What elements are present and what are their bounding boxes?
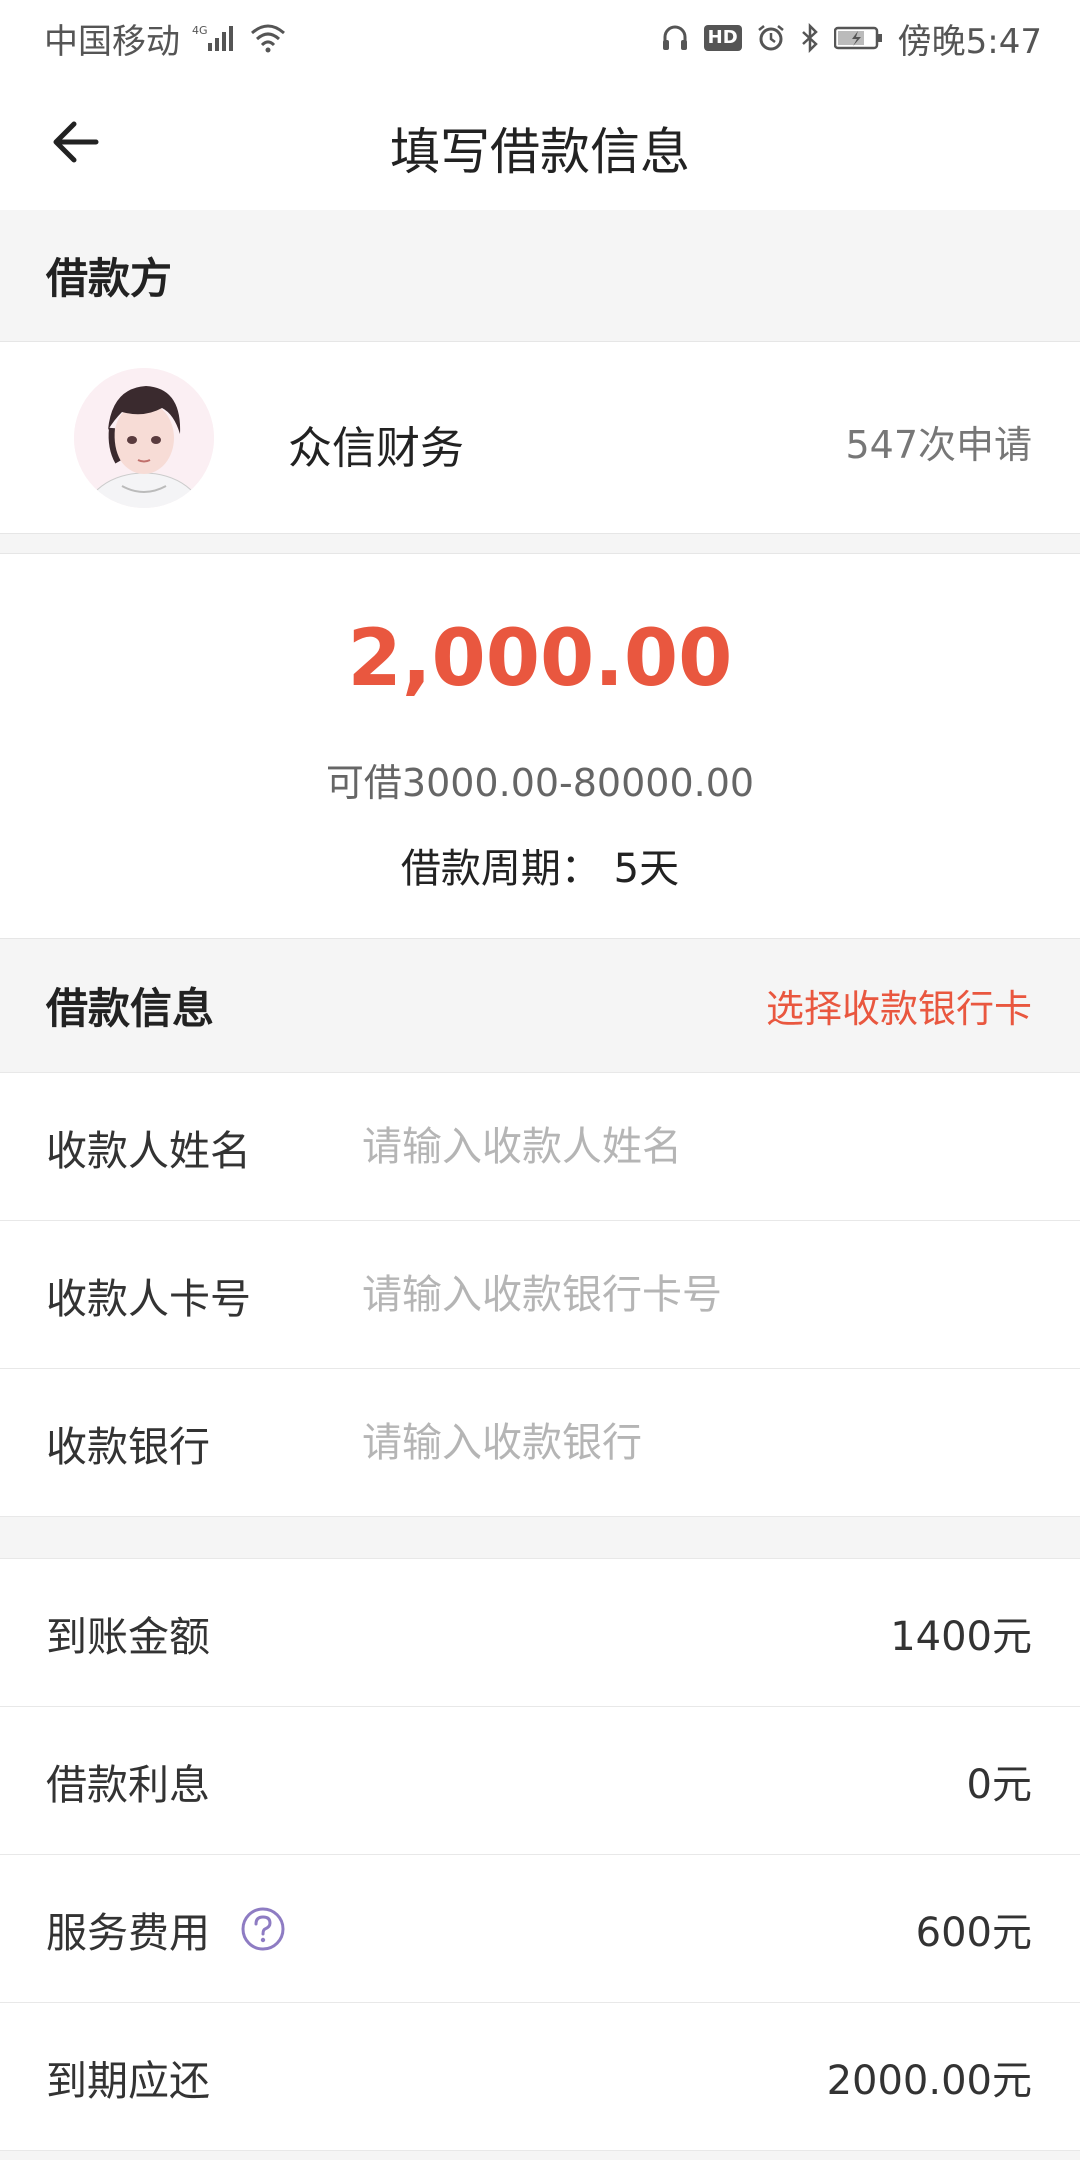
signal-icon: 4G [192, 23, 238, 53]
status-bar: 中国移动 4G HD 傍晚5:47 [0, 0, 1080, 76]
loan-period: 借款周期： 5天 [400, 846, 680, 892]
loan-amount: 2,000.00 [347, 614, 733, 704]
alarm-icon [756, 23, 786, 53]
network-type-label: 4G [192, 24, 208, 37]
loan-summary: 到账金额 1400元 借款利息 0元 服务费用 600元 到期应还 2000.0… [0, 1558, 1080, 2151]
payee-bank-label: 收款银行 [46, 1422, 210, 1471]
interest-label: 借款利息 [46, 1760, 210, 1809]
lender-section-header: 借款方 [0, 210, 1080, 341]
status-left: 中国移动 4G [44, 14, 286, 63]
payee-bank-input[interactable] [362, 1419, 1032, 1466]
payee-bank-row: 收款银行 [0, 1369, 1080, 1517]
wifi-icon [250, 23, 286, 53]
lender-section-title: 借款方 [46, 254, 173, 303]
hd-badge: HD [703, 25, 742, 51]
received-amount-value: 1400元 [890, 1613, 1032, 1660]
page-title: 填写借款信息 [390, 123, 690, 181]
service-fee-row: 服务费用 600元 [0, 1855, 1080, 2003]
payee-name-input[interactable] [362, 1123, 1032, 1170]
select-bank-card-link[interactable]: 选择收款银行卡 [766, 978, 1032, 1033]
payee-name-label: 收款人姓名 [46, 1126, 251, 1175]
interest-row: 借款利息 0元 [0, 1707, 1080, 1855]
battery-icon [833, 25, 884, 51]
due-amount-value: 2000.00元 [826, 2057, 1032, 2104]
payee-card-label: 收款人卡号 [46, 1274, 251, 1323]
service-fee-label: 服务费用 [46, 1908, 210, 1957]
clock-time: 傍晚5:47 [897, 21, 1042, 62]
service-fee-value: 600元 [915, 1909, 1032, 1956]
loan-info-title: 借款信息 [46, 984, 215, 1033]
received-amount-label: 到账金额 [46, 1612, 210, 1661]
payee-card-input[interactable] [362, 1271, 1032, 1318]
payee-name-row: 收款人姓名 [0, 1073, 1080, 1221]
loan-range: 可借3000.00-80000.00 [325, 761, 755, 805]
amount-card: 2,000.00 可借3000.00-80000.00 借款周期： 5天 [0, 553, 1080, 939]
carrier-label: 中国移动 [44, 21, 180, 62]
app-header: 填写借款信息 [0, 76, 1080, 210]
lender-name: 众信财务 [288, 423, 464, 474]
loan-info-section-header: 借款信息 选择收款银行卡 [0, 939, 1080, 1072]
interest-value: 0元 [966, 1761, 1032, 1808]
question-circle-icon[interactable] [240, 1906, 286, 1952]
due-amount-row: 到期应还 2000.00元 [0, 2003, 1080, 2151]
application-count: 547次申请 [845, 423, 1032, 467]
payee-card-row: 收款人卡号 [0, 1221, 1080, 1369]
headphones-icon [660, 23, 690, 53]
avatar [74, 368, 214, 508]
lender-card[interactable]: 众信财务 547次申请 [0, 341, 1080, 534]
due-amount-label: 到期应还 [46, 2056, 210, 2105]
received-amount-row: 到账金额 1400元 [0, 1559, 1080, 1707]
bluetooth-icon [800, 23, 820, 53]
status-right: HD 傍晚5:47 [660, 14, 1042, 63]
loan-info-form: 收款人姓名 收款人卡号 收款银行 [0, 1072, 1080, 1517]
